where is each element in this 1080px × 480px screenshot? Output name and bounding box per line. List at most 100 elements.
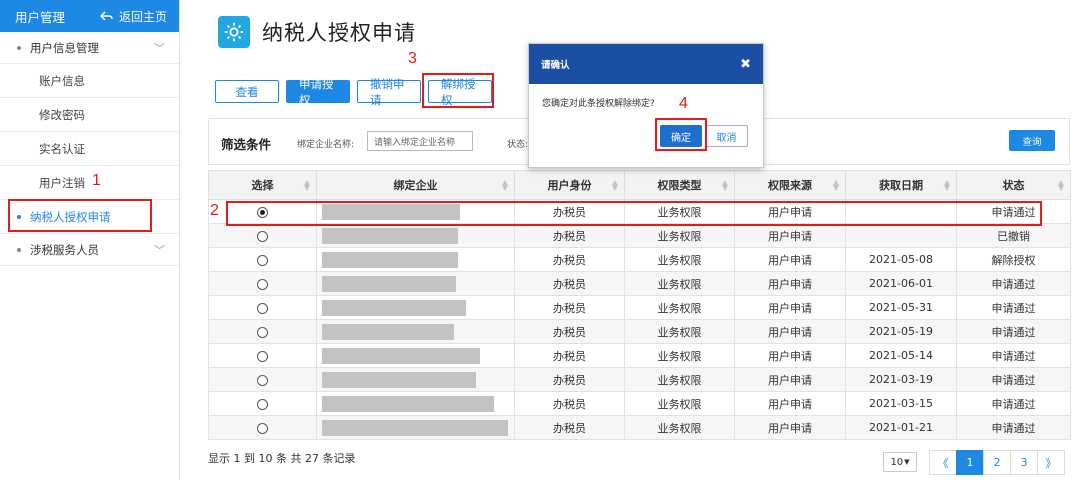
bullet-icon: [17, 247, 21, 252]
close-icon[interactable]: ✖: [740, 57, 751, 72]
col-header-source[interactable]: 权限来源 ▲ ▼: [734, 170, 846, 200]
company-cell: [316, 247, 515, 272]
row-radio[interactable]: [257, 326, 268, 338]
company-cell: [316, 343, 515, 368]
table-row[interactable]: 办税员 业务权限 用户申请 2021-05-08 解除授权: [208, 247, 1071, 272]
annotation-box-sidebar: [8, 199, 152, 232]
sort-icon: ▲ ▼: [832, 178, 839, 192]
confirm-dialog: 请确认 ✖ 您确定对此条授权解除绑定? 确定 取消: [528, 43, 764, 168]
col-header-status[interactable]: 状态 ▲ ▼: [956, 170, 1071, 200]
row-radio[interactable]: [257, 230, 268, 242]
redacted-company-name: [322, 227, 458, 244]
perm-type-cell: 业务权限: [624, 343, 735, 368]
sidebar-item-label: 实名认证: [39, 141, 85, 156]
row-radio[interactable]: [257, 302, 268, 314]
status-cell: 申请通过: [956, 271, 1071, 296]
identity-cell: 办税员: [514, 223, 625, 248]
identity-cell: 办税员: [514, 271, 625, 296]
apply-auth-button[interactable]: 申请授权: [286, 77, 350, 107]
row-select-cell[interactable]: [208, 319, 317, 344]
table-row[interactable]: 办税员 业务权限 用户申请 2021-05-14 申请通过: [208, 343, 1071, 368]
perm-type-cell: 业务权限: [624, 271, 735, 296]
confirm-cancel-button[interactable]: 取消: [705, 125, 748, 147]
dialog-title: 请确认: [541, 60, 570, 71]
sidebar-item-deregister[interactable]: 用户注销: [0, 166, 179, 200]
status-cell: 申请通过: [956, 295, 1071, 320]
revoke-button[interactable]: 撤销申请: [357, 77, 421, 107]
page-first-button[interactable]: 《: [929, 450, 957, 475]
table-row[interactable]: 办税员 业务权限 用户申请 2021-01-21 申请通过: [208, 415, 1071, 440]
row-radio[interactable]: [257, 374, 268, 386]
status-cell: 申请通过: [956, 319, 1071, 344]
sort-icon: ▲ ▼: [611, 178, 618, 192]
col-header-perm-type[interactable]: 权限类型 ▲ ▼: [624, 170, 735, 200]
company-cell: [316, 295, 515, 320]
page-3-button[interactable]: 3: [1010, 450, 1038, 475]
back-home-link[interactable]: 返回主页: [99, 8, 167, 25]
page-2-button[interactable]: 2: [983, 450, 1011, 475]
annotation-number: 3: [408, 50, 417, 67]
date-cell: 2021-05-19: [845, 319, 957, 344]
redacted-company-name: [322, 371, 476, 388]
identity-cell: 办税员: [514, 343, 625, 368]
perm-type-cell: 业务权限: [624, 319, 735, 344]
identity-cell: 办税员: [514, 415, 625, 440]
annotation-box-row: [226, 201, 1042, 226]
view-button[interactable]: 查看: [215, 80, 279, 103]
row-select-cell[interactable]: [208, 271, 317, 296]
row-radio[interactable]: [257, 278, 268, 290]
table-body: 办税员 业务权限 用户申请 申请通过 办税员 业务权限 用户申请 已撤销 办税员 业务权限 用户申请…: [208, 199, 1071, 440]
table-row[interactable]: 办税员 业务权限 用户申请 2021-05-19 申请通过: [208, 319, 1071, 344]
page-header: 纳税人授权申请: [218, 16, 416, 48]
row-radio[interactable]: [257, 422, 268, 434]
company-filter-label: 绑定企业名称:: [297, 140, 355, 150]
table-row[interactable]: 办税员 业务权限 用户申请 2021-05-31 申请通过: [208, 295, 1071, 320]
row-select-cell[interactable]: [208, 295, 317, 320]
page-size-select[interactable]: 10 ▼: [883, 452, 917, 472]
dialog-header: 请确认 ✖: [529, 44, 763, 84]
row-select-cell[interactable]: [208, 367, 317, 392]
chevron-down-icon: ﹀: [154, 41, 165, 55]
source-cell: 用户申请: [734, 415, 846, 440]
row-select-cell[interactable]: [208, 343, 317, 368]
sort-icon: ▲ ▼: [721, 178, 728, 192]
table-row[interactable]: 办税员 业务权限 用户申请 已撤销: [208, 223, 1071, 248]
row-radio[interactable]: [257, 398, 268, 410]
col-header-select[interactable]: 选择 ▲ ▼: [208, 170, 317, 200]
query-button[interactable]: 查询: [1009, 130, 1055, 151]
page-title: 纳税人授权申请: [262, 21, 416, 45]
company-cell: [316, 271, 515, 296]
table-row[interactable]: 办税员 业务权限 用户申请 2021-03-15 申请通过: [208, 391, 1071, 416]
redacted-company-name: [322, 251, 458, 268]
date-cell: 2021-03-19: [845, 367, 957, 392]
page-1-button[interactable]: 1: [956, 450, 984, 475]
col-header-identity[interactable]: 用户身份 ▲ ▼: [514, 170, 625, 200]
sidebar-item-real-name[interactable]: 实名认证: [0, 132, 179, 166]
perm-type-cell: 业务权限: [624, 247, 735, 272]
sidebar-group-tax-staff[interactable]: 涉税服务人员 ﹀: [0, 234, 179, 266]
row-select-cell[interactable]: [208, 223, 317, 248]
annotation-number: 1: [92, 172, 101, 189]
row-select-cell[interactable]: [208, 391, 317, 416]
redacted-company-name: [322, 275, 456, 292]
sidebar-title: 用户管理: [15, 9, 66, 25]
row-radio[interactable]: [257, 350, 268, 362]
identity-cell: 办税员: [514, 319, 625, 344]
table-row[interactable]: 办税员 业务权限 用户申请 2021-03-19 申请通过: [208, 367, 1071, 392]
col-header-date[interactable]: 获取日期 ▲ ▼: [845, 170, 957, 200]
sidebar-group-user-info[interactable]: 用户信息管理 ﹀: [0, 32, 179, 64]
annotation-box-unbind: [422, 73, 494, 108]
sidebar-item-label: 修改密码: [39, 107, 85, 122]
row-select-cell[interactable]: [208, 415, 317, 440]
row-select-cell[interactable]: [208, 247, 317, 272]
sidebar-item-change-password[interactable]: 修改密码: [0, 98, 179, 132]
sidebar-item-account-info[interactable]: 账户信息: [0, 64, 179, 98]
bullet-icon: [17, 45, 21, 50]
row-radio[interactable]: [257, 254, 268, 266]
table-row[interactable]: 办税员 业务权限 用户申请 2021-06-01 申请通过: [208, 271, 1071, 296]
company-search-input[interactable]: 请输入绑定企业名称: [367, 131, 473, 151]
redacted-company-name: [322, 323, 454, 340]
col-header-company[interactable]: 绑定企业 ▲ ▼: [316, 170, 515, 200]
page-last-button[interactable]: 》: [1037, 450, 1065, 475]
source-cell: 用户申请: [734, 343, 846, 368]
